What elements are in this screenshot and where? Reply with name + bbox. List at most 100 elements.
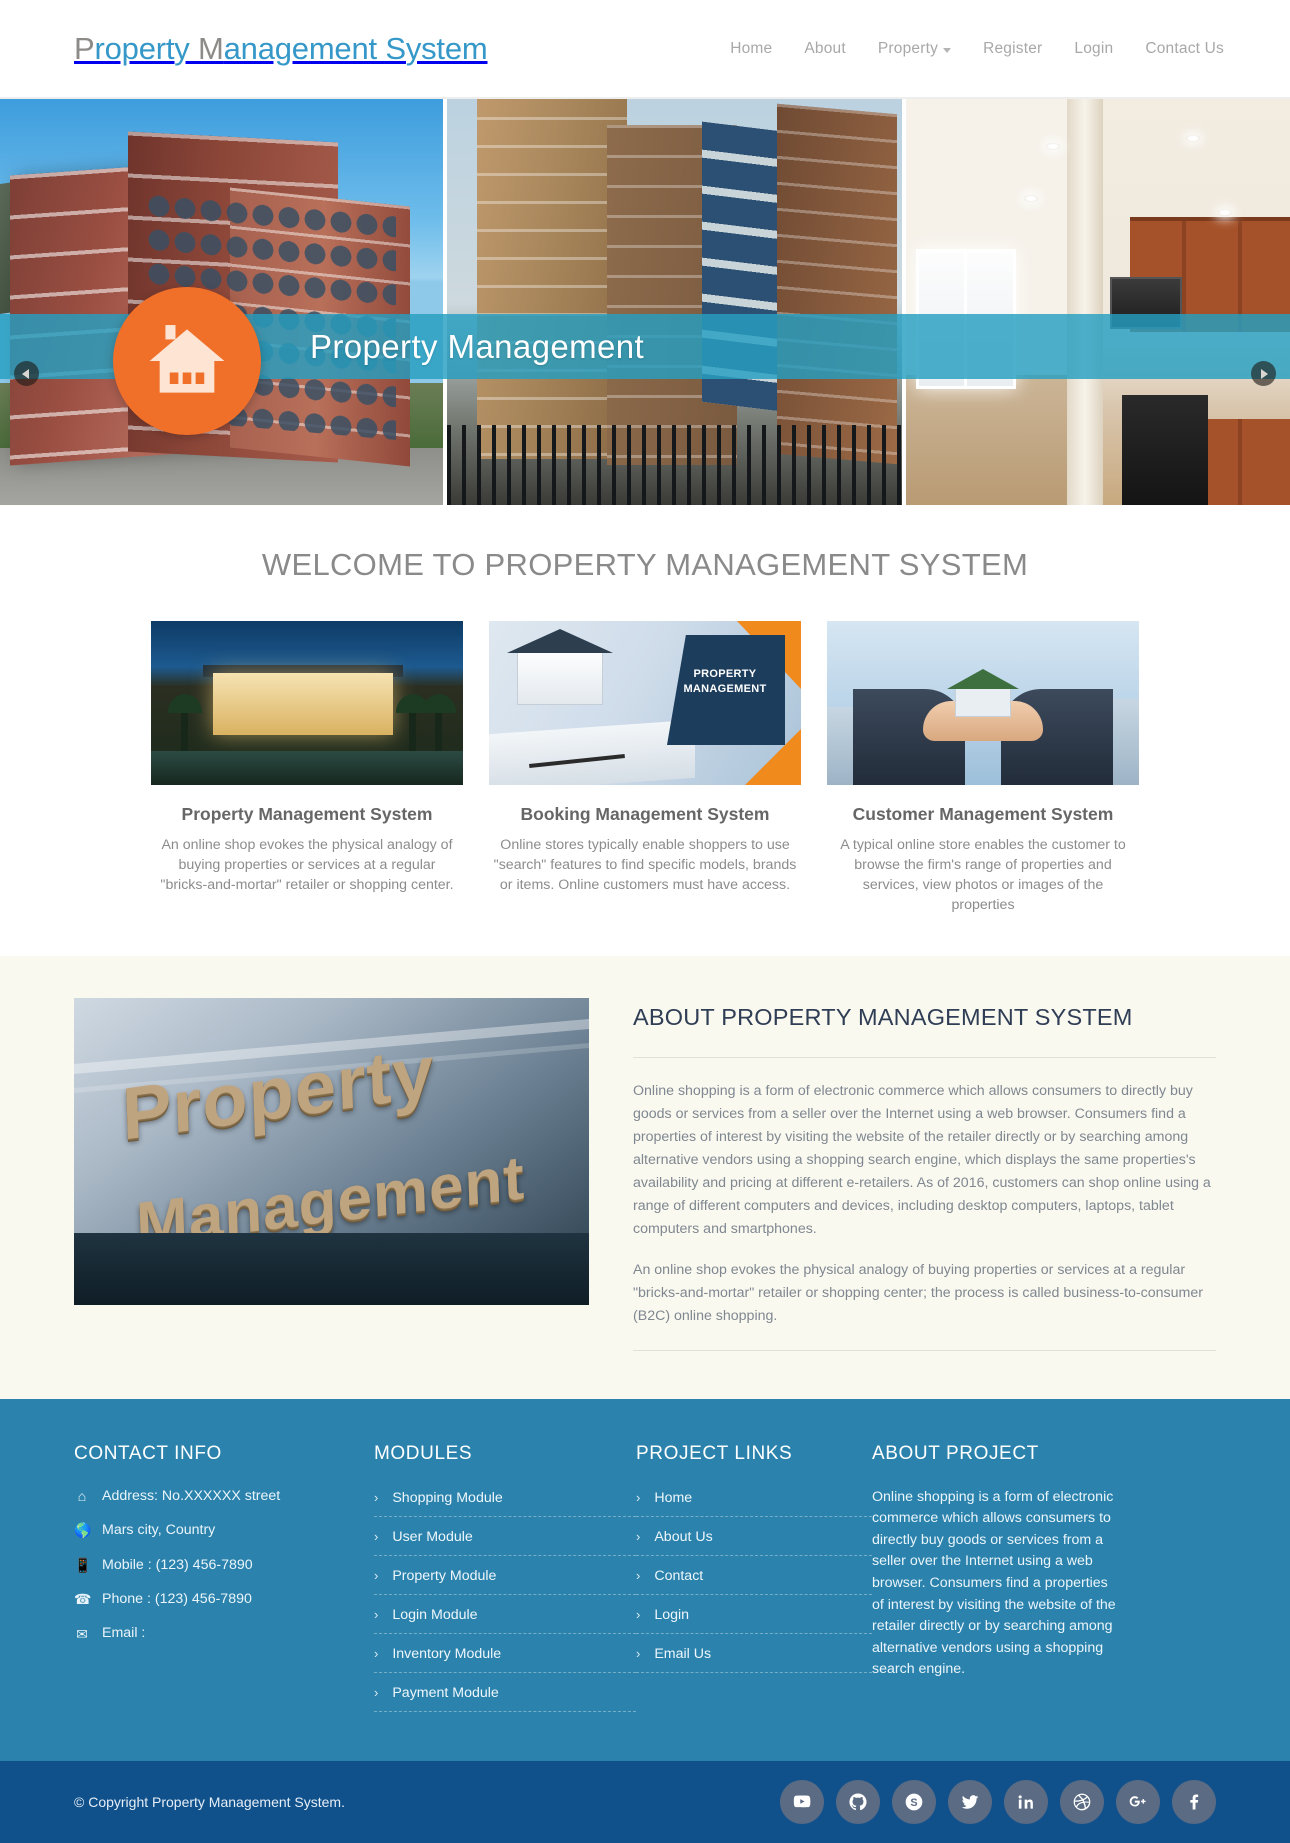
footer-about-project-title: ABOUT PROJECT bbox=[872, 1442, 1039, 1464]
feature-card-customer[interactable]: Customer Management System A typical onl… bbox=[827, 621, 1139, 916]
chevron-right-icon: › bbox=[374, 1490, 379, 1506]
hero-prev-button[interactable] bbox=[14, 361, 39, 386]
contact-mobile-text: Mobile : (123) 456-7890 bbox=[102, 1556, 253, 1573]
skype-icon[interactable]: S bbox=[892, 1779, 936, 1824]
welcome-section: WELCOME TO PROPERTY MANAGEMENT SYSTEM Pr… bbox=[0, 505, 1290, 956]
dribbble-icon[interactable] bbox=[1060, 1779, 1104, 1824]
contact-email: ✉ Email : bbox=[74, 1624, 374, 1642]
contact-mobile: 📱 Mobile : (123) 456-7890 bbox=[74, 1556, 374, 1574]
brand-text-1: P bbox=[74, 30, 95, 66]
nav-item-about[interactable]: About bbox=[804, 40, 846, 58]
social-links: S bbox=[780, 1779, 1216, 1824]
footer-link-payment-module[interactable]: › Payment Module bbox=[374, 1682, 636, 1712]
footer-link-label: Login bbox=[654, 1606, 690, 1623]
footer-link-inventory-module[interactable]: › Inventory Module bbox=[374, 1643, 636, 1673]
footer-about-project-text: Online shopping is a form of electronic … bbox=[872, 1488, 1116, 1678]
footer-link-label: Inventory Module bbox=[392, 1645, 502, 1662]
card-thumbnail-customer bbox=[827, 621, 1139, 785]
card-thumbnail-property bbox=[151, 621, 463, 785]
contact-city-text: Mars city, Country bbox=[102, 1522, 216, 1539]
contact-phone: ☎ Phone : (123) 456-7890 bbox=[74, 1590, 374, 1608]
globe-icon: 🌎 bbox=[74, 1522, 92, 1539]
brand-text-3: M bbox=[197, 30, 224, 66]
card-overlay-label-booking: PROPERTY MANAGEMENT bbox=[683, 668, 767, 695]
hero-image-interior-kitchen bbox=[906, 99, 1290, 505]
house-icon bbox=[149, 325, 225, 393]
site-logo[interactable]: Property Management System bbox=[74, 31, 488, 67]
main-navigation: Home About Property Register Login Conta… bbox=[730, 40, 1224, 58]
nav-item-property[interactable]: Property bbox=[877, 39, 952, 58]
about-section: Property Management ABOUT PROPERTY MANAG… bbox=[0, 955, 1290, 1399]
nav-label-login: Login bbox=[1074, 39, 1114, 57]
footer-link-email-us[interactable]: › Email Us bbox=[636, 1643, 872, 1673]
footer-link-home[interactable]: › Home bbox=[636, 1487, 872, 1517]
about-body: ABOUT PROPERTY MANAGEMENT SYSTEM Online … bbox=[633, 998, 1216, 1351]
chevron-right-icon: › bbox=[374, 1568, 379, 1584]
card-thumbnail-booking: PROPERTY MANAGEMENT bbox=[489, 621, 801, 785]
footer-link-label: Email Us bbox=[654, 1645, 712, 1662]
nav-label-property: Property bbox=[877, 39, 939, 57]
home-icon: ⌂ bbox=[77, 1487, 87, 1504]
hero-image-brick-tower bbox=[443, 99, 906, 505]
nav-item-contact-us[interactable]: Contact Us bbox=[1145, 40, 1224, 58]
chevron-right-icon bbox=[1261, 368, 1268, 379]
site-header: Property Management System Home About Pr… bbox=[0, 0, 1290, 97]
nav-item-home[interactable]: Home bbox=[730, 40, 772, 58]
contact-city: 🌎 Mars city, Country bbox=[74, 1521, 374, 1539]
feature-cards: Property Management System An online sho… bbox=[0, 621, 1290, 956]
chevron-right-icon: › bbox=[636, 1568, 641, 1584]
chevron-right-icon: › bbox=[636, 1490, 641, 1506]
footer-link-shopping-module[interactable]: › Shopping Module bbox=[374, 1487, 636, 1517]
nav-label-contact-us: Contact Us bbox=[1145, 39, 1224, 57]
about-divider bbox=[633, 1349, 1216, 1351]
chevron-right-icon: › bbox=[374, 1646, 379, 1662]
card-title-customer: Customer Management System bbox=[852, 804, 1114, 824]
contact-phone-text: Phone : (123) 456-7890 bbox=[102, 1590, 252, 1607]
footer-link-label: Property Module bbox=[392, 1567, 497, 1584]
footer-link-property-module[interactable]: › Property Module bbox=[374, 1565, 636, 1595]
chevron-right-icon: › bbox=[374, 1607, 379, 1623]
chevron-down-icon bbox=[943, 48, 952, 53]
feature-card-booking[interactable]: PROPERTY MANAGEMENT Booking Management S… bbox=[489, 621, 801, 916]
footer-contact-title: CONTACT INFO bbox=[74, 1442, 222, 1464]
card-text-property: An online shop evokes the physical analo… bbox=[160, 837, 454, 894]
footer-link-about-us[interactable]: › About Us bbox=[636, 1526, 872, 1556]
about-image: Property Management bbox=[74, 997, 589, 1305]
github-icon[interactable] bbox=[836, 1779, 880, 1824]
about-paragraph-1: Online shopping is a form of electronic … bbox=[633, 1082, 1211, 1237]
hero-next-button[interactable] bbox=[1251, 361, 1276, 386]
footer-modules-column: MODULES › Shopping Module › User Module › P… bbox=[374, 1443, 636, 1721]
linkedin-icon[interactable] bbox=[1004, 1779, 1048, 1824]
footer-link-contact[interactable]: › Contact bbox=[636, 1565, 872, 1595]
footer-link-login-module[interactable]: › Login Module bbox=[374, 1604, 636, 1634]
card-text-customer: A typical online store enables the custo… bbox=[840, 837, 1126, 914]
contact-email-text: Email : bbox=[102, 1625, 146, 1642]
about-title: ABOUT PROPERTY MANAGEMENT SYSTEM bbox=[633, 1004, 1216, 1058]
brand-text-4: anagement System bbox=[223, 30, 488, 66]
nav-item-register[interactable]: Register bbox=[983, 40, 1042, 58]
footer-link-label: Login Module bbox=[392, 1606, 478, 1623]
nav-label-home: Home bbox=[730, 39, 773, 57]
twitter-icon[interactable] bbox=[948, 1779, 992, 1824]
googleplus-icon[interactable] bbox=[1116, 1779, 1160, 1824]
footer-link-user-module[interactable]: › User Module bbox=[374, 1526, 636, 1556]
contact-address: ⌂ Address: No.XXXXXX street bbox=[74, 1487, 374, 1505]
chevron-left-icon bbox=[22, 368, 29, 379]
youtube-icon[interactable] bbox=[780, 1779, 824, 1824]
contact-address-text: Address: No.XXXXXX street bbox=[102, 1487, 281, 1504]
chevron-right-icon: › bbox=[636, 1529, 641, 1545]
footer-modules-title: MODULES bbox=[374, 1442, 473, 1464]
card-title-property: Property Management System bbox=[181, 804, 433, 824]
footer-link-label: Shopping Module bbox=[392, 1489, 503, 1506]
footer-link-label: About Us bbox=[654, 1528, 713, 1545]
nav-item-login[interactable]: Login bbox=[1074, 40, 1113, 58]
feature-card-property[interactable]: Property Management System An online sho… bbox=[151, 621, 463, 916]
hero-title: Property Management bbox=[310, 327, 645, 365]
copyright-text: © Copyright Property Management System. bbox=[74, 1793, 345, 1810]
footer-link-label: Home bbox=[654, 1489, 693, 1506]
footer-link-label: Payment Module bbox=[392, 1684, 499, 1701]
facebook-icon[interactable] bbox=[1172, 1779, 1216, 1824]
chevron-right-icon: › bbox=[636, 1607, 641, 1623]
footer-link-login[interactable]: › Login bbox=[636, 1604, 872, 1634]
nav-label-about: About bbox=[804, 39, 846, 57]
